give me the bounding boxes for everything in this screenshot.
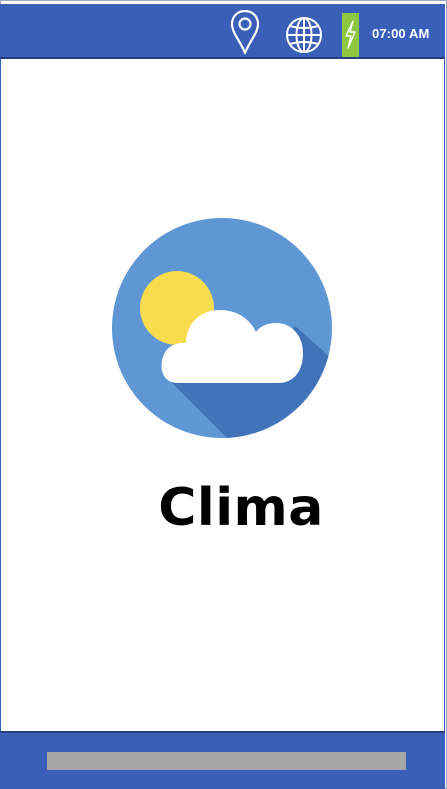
battery-charging-icon	[342, 13, 359, 57]
navigation-bar	[0, 731, 445, 789]
status-bar: 07:00 AM	[0, 4, 445, 59]
weather-sun-cloud-icon	[110, 216, 334, 440]
globe-icon[interactable]	[285, 16, 323, 54]
app-title: Clima	[158, 478, 324, 538]
home-indicator[interactable]	[47, 752, 406, 770]
location-pin-icon[interactable]	[229, 9, 261, 55]
status-time: 07:00 AM	[372, 26, 430, 41]
